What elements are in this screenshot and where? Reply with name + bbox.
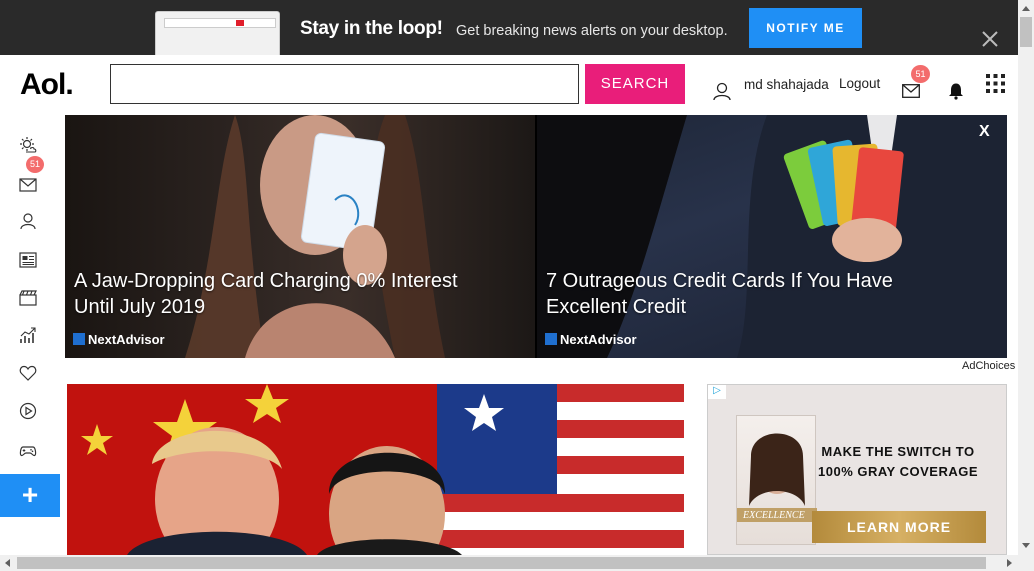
play-icon[interactable] xyxy=(19,402,37,420)
side-ad-copy: MAKE THE SWITCH TO 100% GRAY COVERAGE xyxy=(818,444,979,479)
side-ad[interactable]: ▷ EXCELLENCE MAKE THE SWITCH TO 100% GRA… xyxy=(707,384,1007,555)
ad-card-left[interactable]: A Jaw-Dropping Card Charging 0% Interest… xyxy=(65,115,535,358)
browser-viewport: Stay in the loop! Get breaking news aler… xyxy=(0,0,1018,555)
ad-brand-label: NextAdvisor xyxy=(560,332,637,347)
ad-headline: A Jaw-Dropping Card Charging 0% Interest… xyxy=(74,270,458,318)
profile-icon[interactable] xyxy=(19,212,37,230)
horizontal-scrollbar[interactable] xyxy=(0,555,1034,571)
aol-logo[interactable]: Aol. xyxy=(20,68,74,102)
games-icon[interactable] xyxy=(19,442,37,460)
scroll-down-icon[interactable] xyxy=(1022,543,1030,548)
nextadvisor-logo-icon xyxy=(545,333,557,345)
scroll-left-icon[interactable] xyxy=(5,559,10,567)
user-name[interactable]: md shahajada xyxy=(744,77,829,92)
horizontal-scroll-thumb[interactable] xyxy=(17,557,986,569)
close-icon[interactable] xyxy=(980,29,1000,49)
bell-icon[interactable] xyxy=(947,82,965,100)
notification-subtitle: Get breaking news alerts on your desktop… xyxy=(456,23,728,39)
scroll-up-icon[interactable] xyxy=(1022,6,1030,11)
notification-title: Stay in the loop! xyxy=(300,18,443,39)
hero-photo xyxy=(67,384,684,555)
ad-banner: A Jaw-Dropping Card Charging 0% Interest… xyxy=(65,115,1007,358)
product-box: EXCELLENCE xyxy=(736,415,817,545)
scroll-right-icon[interactable] xyxy=(1007,559,1012,567)
mail-icon[interactable] xyxy=(902,84,920,98)
ad-headline: 7 Outrageous Credit Cards If You Have Ex… xyxy=(546,270,893,318)
vertical-scrollbar[interactable] xyxy=(1018,0,1034,555)
weather-icon[interactable] xyxy=(19,136,37,154)
product-name: EXCELLENCE xyxy=(743,510,805,521)
ad-photo-woman-card xyxy=(185,115,445,358)
video-icon[interactable] xyxy=(19,289,37,307)
hero-news-image[interactable] xyxy=(67,384,684,555)
adchoices-link[interactable]: AdChoices xyxy=(962,360,1015,372)
logout-link[interactable]: Logout xyxy=(839,76,880,91)
vertical-scroll-thumb[interactable] xyxy=(1020,17,1032,47)
ad-card-right[interactable]: 7 Outrageous Credit Cards If You Have Ex… xyxy=(537,115,1007,358)
ad-close-button[interactable]: X xyxy=(979,123,990,141)
notification-illustration xyxy=(155,11,280,55)
ad-photo-credit-cards xyxy=(537,115,1007,358)
news-icon[interactable] xyxy=(19,251,37,269)
ad-brand: NextAdvisor xyxy=(545,332,637,347)
ad-brand: NextAdvisor xyxy=(73,332,165,347)
nextadvisor-logo-icon xyxy=(73,333,85,345)
finance-icon[interactable] xyxy=(19,327,37,345)
lifestyle-icon[interactable] xyxy=(19,364,37,382)
learn-more-button[interactable]: LEARN MORE xyxy=(812,511,986,543)
apps-grid-icon[interactable] xyxy=(986,74,1005,93)
mail-count-badge: 51 xyxy=(911,65,930,83)
add-button[interactable]: + xyxy=(0,474,60,517)
ad-brand-label: NextAdvisor xyxy=(88,332,165,347)
user-icon[interactable] xyxy=(712,81,732,101)
notification-bar: Stay in the loop! Get breaking news aler… xyxy=(0,0,1018,55)
product-model-image xyxy=(737,433,817,522)
sidebar-mail-badge: 51 xyxy=(26,156,44,173)
notify-me-button[interactable]: NOTIFY ME xyxy=(749,8,862,48)
search-button[interactable]: SEARCH xyxy=(585,64,685,104)
adchoices-icon[interactable]: ▷ xyxy=(708,385,726,399)
search-input[interactable] xyxy=(110,64,579,104)
mail-icon[interactable] xyxy=(19,176,37,194)
